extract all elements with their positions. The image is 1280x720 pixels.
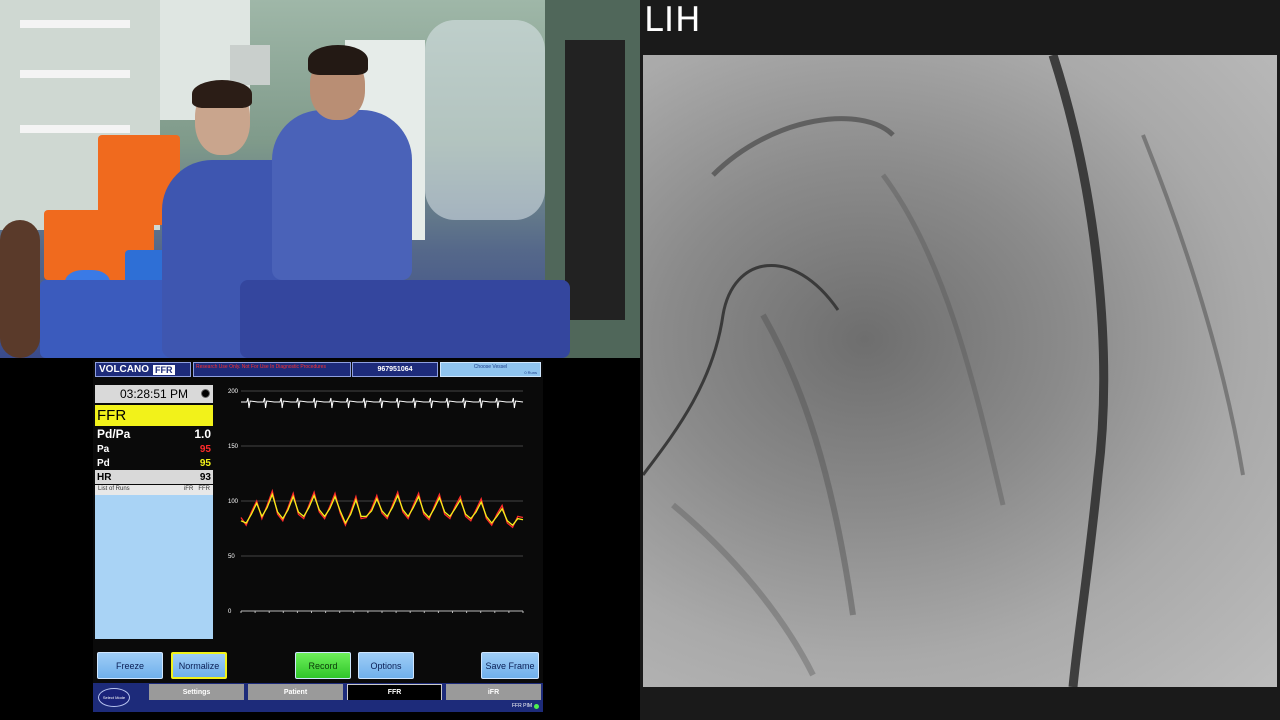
angio-label: LIH bbox=[644, 0, 702, 40]
fluoroscopy-image bbox=[643, 55, 1277, 687]
y-tick-label: 0 bbox=[228, 609, 232, 615]
choose-vessel-runs: 0 Runs bbox=[524, 370, 537, 375]
pressure-chart: 200 150 100 50 0 bbox=[228, 389, 524, 615]
runs-col-ffr: FFR bbox=[198, 486, 210, 492]
normalize-button[interactable]: Normalize bbox=[171, 652, 227, 679]
ffr-monitor: VOLCANO FFR Research Use Only. Not For U… bbox=[93, 360, 543, 712]
tab-settings[interactable]: Settings bbox=[149, 684, 244, 700]
hr-label: HR bbox=[97, 471, 112, 483]
pressure-traces bbox=[240, 488, 524, 529]
patient-id: 967951064 bbox=[352, 362, 438, 377]
research-disclaimer: Research Use Only. Not For Use In Diagno… bbox=[193, 362, 351, 377]
pdpa-value: 1.0 bbox=[194, 427, 211, 441]
brand-badge: FFR bbox=[153, 364, 175, 375]
y-tick-label: 150 bbox=[228, 444, 239, 450]
runs-col-ifr: iFR bbox=[183, 486, 194, 492]
select-mode-button[interactable]: Select Mode bbox=[98, 688, 130, 707]
readout-column: 03:28:51 PM FFR Pd/Pa 1.0 Pa 95 Pd 95 HR… bbox=[95, 385, 213, 639]
choose-vessel-button[interactable]: Choose Vessel 0 Runs bbox=[440, 362, 541, 377]
angiography-panel: LIH bbox=[640, 0, 1280, 720]
cath-lab-video bbox=[0, 0, 640, 358]
mode-indicator: FFR bbox=[95, 405, 213, 426]
pa-row: Pa 95 bbox=[95, 442, 213, 456]
hr-row: HR 93 bbox=[95, 470, 213, 484]
runs-list-header: List of Runs iFR FFR bbox=[95, 485, 213, 495]
y-tick-label: 100 bbox=[228, 499, 239, 505]
choose-vessel-label: Choose Vessel bbox=[473, 364, 508, 370]
y-tick-label: 50 bbox=[228, 554, 235, 560]
volcano-logo: VOLCANO FFR bbox=[95, 362, 191, 377]
options-button[interactable]: Options bbox=[358, 652, 414, 679]
ecg-trace bbox=[241, 397, 524, 409]
clock-row: 03:28:51 PM bbox=[95, 385, 213, 403]
pdpa-row: Pd/Pa 1.0 bbox=[95, 426, 213, 442]
pd-row: Pd 95 bbox=[95, 456, 213, 470]
brand-name: VOLCANO bbox=[99, 364, 149, 375]
pd-value: 95 bbox=[199, 457, 211, 469]
tab-ffr[interactable]: FFR bbox=[347, 684, 442, 700]
record-button[interactable]: Record bbox=[295, 652, 351, 679]
monitor-header: VOLCANO FFR Research Use Only. Not For U… bbox=[93, 361, 543, 378]
record-indicator-icon bbox=[201, 389, 210, 398]
mode-tab-bar: Select Mode Settings Patient FFR iFR FFR… bbox=[93, 683, 543, 712]
y-axis-ticks: 200 150 100 50 0 bbox=[228, 389, 239, 615]
pim-status-label: FFR PIM bbox=[512, 703, 532, 709]
hr-value: 93 bbox=[199, 471, 211, 483]
pa-trace bbox=[240, 488, 524, 529]
runs-list-columns: iFR FFR bbox=[184, 486, 210, 494]
pa-label: Pa bbox=[97, 443, 110, 455]
pd-label: Pd bbox=[97, 457, 110, 469]
fluoroscopy-drawing bbox=[643, 55, 1245, 687]
clock: 03:28:51 PM bbox=[119, 387, 189, 401]
screen: LIH VOLCANO FFR Research Use Only. Not F… bbox=[0, 0, 1280, 720]
runs-list-title: List of Runs bbox=[98, 486, 130, 492]
tab-ifr[interactable]: iFR bbox=[446, 684, 541, 700]
pim-status: FFR PIM bbox=[512, 703, 539, 709]
freeze-button[interactable]: Freeze bbox=[97, 652, 163, 679]
y-tick-label: 200 bbox=[228, 389, 239, 395]
tab-patient[interactable]: Patient bbox=[248, 684, 343, 700]
pa-value: 95 bbox=[199, 443, 211, 455]
runs-list[interactable]: List of Runs iFR FFR bbox=[95, 485, 213, 639]
pim-status-icon bbox=[534, 703, 539, 709]
pdpa-label: Pd/Pa bbox=[97, 427, 131, 441]
save-frame-button[interactable]: Save Frame bbox=[481, 652, 539, 679]
